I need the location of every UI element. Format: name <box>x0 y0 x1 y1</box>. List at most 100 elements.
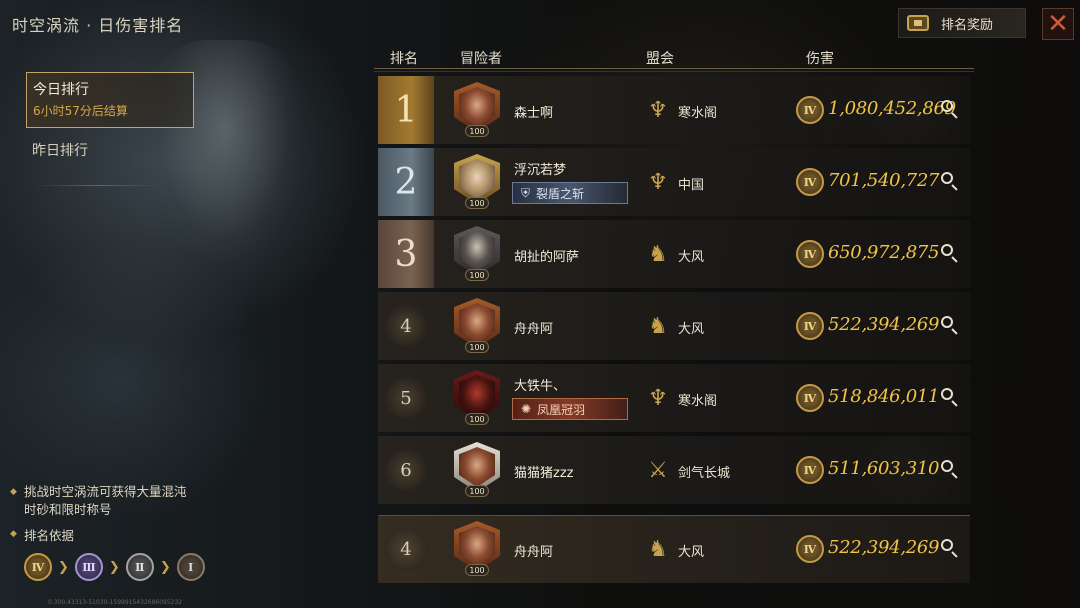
leaderboard-row[interactable]: 5 100 大铁牛、 ✺ 凤凰冠羽 ♆ 寒水阁 Ⅳ 518,846,011 <box>378 364 970 432</box>
tab-today-label: 今日排行 <box>33 82 89 98</box>
tier-1-icon: Ⅰ <box>176 553 205 581</box>
ranking-reward-button[interactable]: 排名奖励 <box>898 8 1026 38</box>
tab-today-ranking[interactable]: 今日排行 6小时57分后结算 <box>26 72 194 128</box>
close-button[interactable]: ✕ <box>1042 8 1074 40</box>
ranking-reward-label: 排名奖励 <box>941 17 994 33</box>
player-level: 100 <box>465 341 489 353</box>
wolf-emblem-icon: ♞ <box>648 313 668 339</box>
tier-2-icon: Ⅱ <box>125 553 154 581</box>
tier-4-icon: Ⅳ <box>796 312 824 340</box>
column-rank: 排名 <box>390 51 418 67</box>
version-string: 0.300.43313-51030-1599915432686095232 <box>48 599 183 606</box>
treasure-chest-icon <box>907 15 929 31</box>
leaderboard-row[interactable]: 6 100 猫猫猪zzz ⚔ 剑气长城 Ⅳ 511,603,310 <box>378 436 970 504</box>
player-title-badge: ✺ 凤凰冠羽 <box>512 398 628 420</box>
player-name: 浮沉若梦 <box>514 163 567 178</box>
player-name: 森士啊 <box>514 106 554 121</box>
search-icon[interactable] <box>938 536 962 560</box>
arrow-right-icon: ❯ <box>58 559 69 575</box>
leaderboard-row[interactable]: 1 100 森士啊 ♆ 寒水阁 Ⅳ 1,080,452,869 <box>378 76 970 144</box>
rank-number: 4 <box>384 527 428 571</box>
player-title-badge: ⛨ 裂盾之斩 <box>512 182 628 204</box>
search-icon[interactable] <box>938 241 962 265</box>
tier-4-icon: Ⅳ <box>796 240 824 268</box>
player-level: 100 <box>465 197 489 209</box>
diamond-bullet-icon: ◆ <box>10 487 17 497</box>
column-damage: 伤害 <box>806 51 834 67</box>
player-avatar: 100 <box>450 442 504 498</box>
guild-name: 寒水阁 <box>678 106 718 121</box>
column-guild: 盟会 <box>646 51 674 67</box>
wolf-emblem-icon: ♞ <box>648 536 668 562</box>
column-adventurer: 冒险者 <box>460 51 502 67</box>
player-level: 100 <box>465 269 489 281</box>
rank-badge: 6 <box>378 436 434 504</box>
tab-divider <box>36 185 161 186</box>
shield-icon: ⛨ <box>521 185 531 200</box>
player-level: 100 <box>465 485 489 497</box>
leaderboard-row[interactable]: 2 100 浮沉若梦 ⛨ 裂盾之斩 ♆ 中国 Ⅳ 701,540,727 <box>378 148 970 216</box>
damage-value: 1,080,452,869 <box>828 98 956 119</box>
guild-name: 大风 <box>678 322 705 337</box>
search-icon[interactable] <box>938 457 962 481</box>
my-ranking-row[interactable]: 4 100 舟舟阿 ♞ 大风 Ⅳ 522,394,269 <box>378 515 970 583</box>
damage-value: 522,394,269 <box>828 314 940 335</box>
player-avatar: 100 <box>450 521 504 577</box>
settlement-countdown: 6小时57分后结算 <box>33 104 128 118</box>
rank-number: 3 <box>378 220 434 288</box>
damage-value: 522,394,269 <box>828 537 940 558</box>
guild-name: 中国 <box>678 178 705 193</box>
rank-number: 5 <box>384 376 428 420</box>
player-level: 100 <box>465 413 489 425</box>
damage-value: 518,846,011 <box>828 386 940 407</box>
tier-progression: Ⅳ ❯ Ⅲ ❯ Ⅱ ❯ Ⅰ <box>24 553 205 581</box>
sword-emblem-icon: ⚔ <box>648 457 668 483</box>
leaderboard-row[interactable]: 3 100 胡扯的阿萨 ♞ 大风 Ⅳ 650,972,875 <box>378 220 970 288</box>
tier-4-icon: Ⅳ <box>796 96 824 124</box>
dragon-emblem-icon: ♆ <box>648 169 668 195</box>
player-level: 100 <box>465 125 489 137</box>
player-level: 100 <box>465 564 489 576</box>
tier-4-icon: Ⅳ <box>796 535 824 563</box>
player-avatar: 100 <box>450 154 504 210</box>
player-name: 大铁牛、 <box>514 379 567 394</box>
damage-value: 701,540,727 <box>828 170 940 191</box>
player-name: 舟舟阿 <box>514 545 554 560</box>
ranking-basis: ◆ 排名依据 <box>10 525 74 544</box>
tier-3-icon: Ⅲ <box>74 553 103 581</box>
rank-badge: 4 <box>378 292 434 360</box>
arrow-right-icon: ❯ <box>159 559 171 575</box>
tip-text-line1: 挑战时空涡流可获得大量混沌 <box>24 484 187 499</box>
player-name: 胡扯的阿萨 <box>514 250 580 265</box>
rank-number: 2 <box>378 148 434 216</box>
dragon-emblem-icon: ♆ <box>648 97 668 123</box>
dragon-emblem-icon: ♆ <box>648 385 668 411</box>
rank-badge: 4 <box>378 515 434 583</box>
search-icon[interactable] <box>938 169 962 193</box>
player-avatar: 100 <box>450 298 504 354</box>
search-icon[interactable] <box>938 97 962 121</box>
player-title: 凤凰冠羽 <box>537 402 586 417</box>
phoenix-icon: ✺ <box>521 402 532 416</box>
rank-number: 1 <box>378 76 434 144</box>
tier-4-icon: Ⅳ <box>24 553 52 581</box>
tip-text-line2: 时砂和限时称号 <box>24 502 112 517</box>
damage-value: 511,603,310 <box>828 458 940 479</box>
diamond-bullet-icon: ◆ <box>10 529 17 539</box>
guild-name: 大风 <box>678 545 705 560</box>
search-icon[interactable] <box>938 385 962 409</box>
guild-name: 剑气长城 <box>678 466 731 481</box>
header-divider <box>374 68 974 72</box>
player-avatar: 100 <box>450 226 504 282</box>
guild-name: 大风 <box>678 250 705 265</box>
challenge-tip: ◆ 挑战时空涡流可获得大量混沌 时砂和限时称号 <box>10 483 230 519</box>
player-avatar: 100 <box>450 370 504 426</box>
arrow-right-icon: ❯ <box>108 559 120 575</box>
rank-number: 6 <box>384 448 428 492</box>
search-icon[interactable] <box>938 313 962 337</box>
wolf-emblem-icon: ♞ <box>648 241 668 267</box>
page-title: 时空涡流 · 日伤害排名 <box>12 16 184 35</box>
ranking-basis-label: 排名依据 <box>24 528 75 543</box>
tab-yesterday-ranking[interactable]: 昨日排行 <box>26 138 194 164</box>
leaderboard-row[interactable]: 4 100 舟舟阿 ♞ 大风 Ⅳ 522,394,269 <box>378 292 970 360</box>
